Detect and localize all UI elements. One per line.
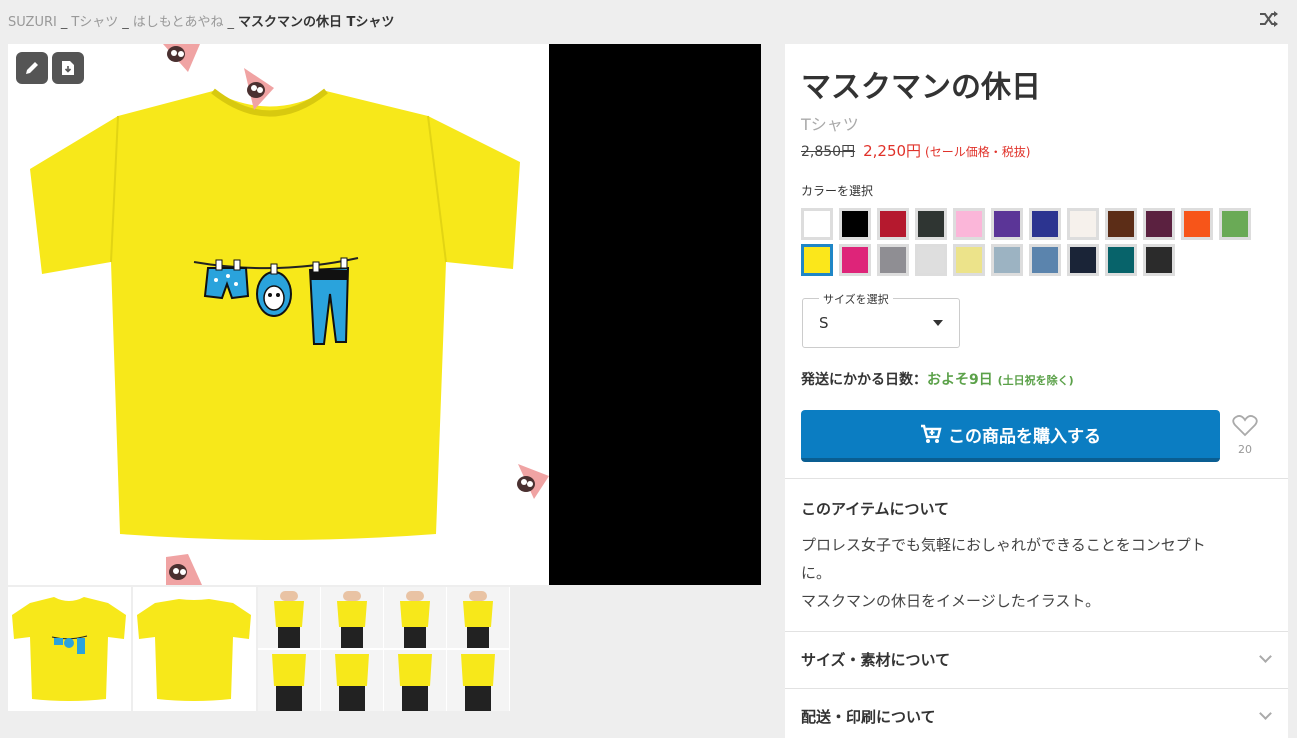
shipping-days: およそ9日 xyxy=(927,372,993,388)
chevron-down-icon[interactable] xyxy=(1259,707,1272,720)
buy-button[interactable]: この商品を購入する xyxy=(801,410,1220,462)
color-swatch[interactable] xyxy=(991,208,1023,240)
download-button[interactable] xyxy=(52,52,84,84)
color-swatch[interactable] xyxy=(915,208,947,240)
original-price: 2,850円 xyxy=(801,144,856,160)
thumbnail-model-grid xyxy=(258,587,510,711)
color-swatch[interactable] xyxy=(839,244,871,276)
thumbnail-model-7[interactable] xyxy=(384,650,446,711)
divider xyxy=(785,478,1288,479)
product-main-image[interactable] xyxy=(8,44,549,585)
breadcrumb: SUZURI _ Tシャツ _ はしもとあやね _ マスクマンの休日 Tシャツ xyxy=(8,11,394,30)
color-swatch[interactable] xyxy=(1067,244,1099,276)
thumbnail-front[interactable] xyxy=(8,587,131,711)
shipping-note: (土日祝を除く) xyxy=(997,374,1074,387)
breadcrumb-link-suzuri[interactable]: SUZURI xyxy=(8,15,57,30)
color-swatch[interactable] xyxy=(953,208,985,240)
price-row: 2,850円 2,250円 (セール価格・税抜) xyxy=(801,140,1030,161)
about-line: マスクマンの休日をイメージしたイラスト。 xyxy=(801,592,1101,610)
color-swatch[interactable] xyxy=(877,244,909,276)
color-swatch[interactable] xyxy=(877,208,909,240)
divider xyxy=(785,631,1288,632)
pencil-icon xyxy=(26,62,38,74)
about-line: プロレス女子でも気軽におしゃれができることをコンセプト xyxy=(801,536,1206,554)
breadcrumb-separator: _ xyxy=(60,15,68,30)
thumbnail-model-6[interactable] xyxy=(321,650,383,711)
divider xyxy=(785,688,1288,689)
thumbnail-model-8[interactable] xyxy=(447,650,509,711)
about-description: プロレス女子でも気軽におしゃれができることをコンセプト に。 マスクマンの休日を… xyxy=(801,531,1261,615)
thumbnail-model-1[interactable] xyxy=(258,587,320,648)
about-title: このアイテムについて xyxy=(801,500,950,518)
color-swatch[interactable] xyxy=(915,244,947,276)
color-swatch[interactable] xyxy=(1219,208,1251,240)
thumbnail-model-4[interactable] xyxy=(447,587,509,648)
accordion-shipping-print[interactable]: 配送・印刷について xyxy=(801,706,936,727)
shipping-label: 発送にかかる日数： xyxy=(801,372,927,388)
breadcrumb-separator: _ xyxy=(227,15,235,30)
accordion-size-material[interactable]: サイズ・素材について xyxy=(801,649,950,670)
sale-note: (セール価格・税抜) xyxy=(925,145,1031,159)
caret-down-icon xyxy=(933,320,943,326)
about-line: に。 xyxy=(801,564,832,582)
breadcrumb-separator: _ xyxy=(122,15,129,30)
tshirt-illustration xyxy=(30,44,549,585)
thumbnail-strip xyxy=(8,587,510,711)
size-select-value: S xyxy=(819,314,829,332)
size-select[interactable]: サイズを選択 S xyxy=(802,291,960,348)
favorite-count: 20 xyxy=(1238,443,1252,456)
color-swatch-grid xyxy=(801,208,1261,276)
heart-icon xyxy=(1232,415,1258,437)
shuffle-icon[interactable] xyxy=(1259,10,1279,28)
download-icon xyxy=(62,61,74,75)
color-swatch[interactable] xyxy=(991,244,1023,276)
product-type[interactable]: Tシャツ xyxy=(801,111,859,135)
color-swatch[interactable] xyxy=(1181,208,1213,240)
size-select-label: サイズを選択 xyxy=(819,291,893,307)
color-swatch[interactable] xyxy=(1067,208,1099,240)
favorite-button[interactable]: 20 xyxy=(1231,415,1259,456)
color-swatch[interactable] xyxy=(1029,244,1061,276)
color-swatch[interactable] xyxy=(839,208,871,240)
color-swatch[interactable] xyxy=(953,244,985,276)
breadcrumb-current: マスクマンの休日 Tシャツ xyxy=(238,15,395,30)
edit-button[interactable] xyxy=(16,52,48,84)
shipping-info: 発送にかかる日数：およそ9日 (土日祝を除く) xyxy=(801,369,1074,389)
thumbnail-model-5[interactable] xyxy=(258,650,320,711)
color-swatch[interactable] xyxy=(1143,244,1175,276)
color-swatch[interactable] xyxy=(1143,208,1175,240)
color-swatch[interactable] xyxy=(801,208,833,240)
thumbnail-back[interactable] xyxy=(133,587,256,711)
color-swatch[interactable] xyxy=(1105,244,1137,276)
cart-icon xyxy=(921,424,942,443)
chevron-down-icon[interactable] xyxy=(1259,650,1272,663)
image-side-panel xyxy=(549,44,761,585)
breadcrumb-link-creator[interactable]: はしもとあやね xyxy=(133,15,224,30)
thumbnail-model-2[interactable] xyxy=(321,587,383,648)
color-swatch[interactable] xyxy=(1029,208,1061,240)
sale-price: 2,250円 xyxy=(863,142,922,160)
thumbnail-model-3[interactable] xyxy=(384,587,446,648)
color-swatch[interactable] xyxy=(1105,208,1137,240)
product-title: マスクマンの休日 xyxy=(801,70,1041,105)
color-swatch[interactable] xyxy=(801,244,833,276)
buy-button-label: この商品を購入する xyxy=(948,426,1101,447)
product-detail-panel: マスクマンの休日 Tシャツ 2,850円 2,250円 (セール価格・税抜) カラー… xyxy=(785,44,1288,738)
color-select-label: カラーを選択 xyxy=(801,184,874,198)
breadcrumb-link-tshirt[interactable]: Tシャツ xyxy=(71,15,118,30)
